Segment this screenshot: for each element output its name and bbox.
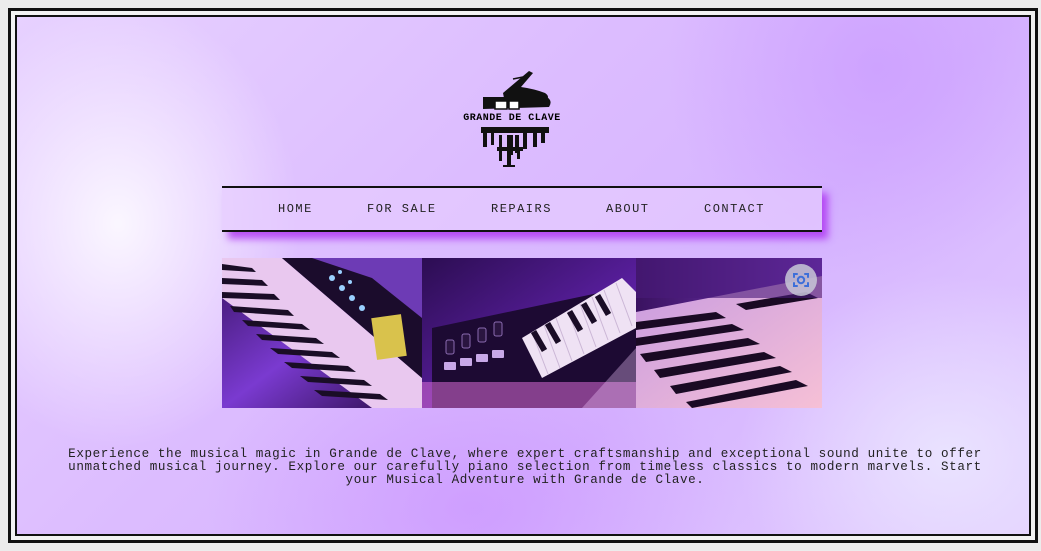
page-frame-inner: GRANDE DE CLAVE HOME FOR SALE REPAIRS AB… — [15, 15, 1031, 536]
site-logo[interactable]: GRANDE DE CLAVE — [453, 69, 571, 173]
nav-repairs[interactable]: REPAIRS — [491, 202, 552, 216]
main-nav: HOME FOR SALE REPAIRS ABOUT CONTACT — [222, 186, 822, 232]
nav-about[interactable]: ABOUT — [606, 202, 650, 216]
nav-contact[interactable]: CONTACT — [704, 202, 765, 216]
visual-search-icon — [793, 273, 809, 287]
gallery-image-synthesizer — [222, 258, 422, 408]
hero-gallery — [222, 258, 822, 408]
logo-text: GRANDE DE CLAVE — [463, 113, 561, 124]
nav-home[interactable]: HOME — [278, 202, 313, 216]
intro-description: Experience the musical magic in Grande d… — [68, 446, 982, 487]
visual-search-button[interactable] — [785, 264, 817, 296]
page-frame-outer: GRANDE DE CLAVE HOME FOR SALE REPAIRS AB… — [8, 8, 1038, 543]
gallery-image-midi-controller — [422, 258, 636, 408]
nav-for-sale[interactable]: FOR SALE — [367, 202, 437, 216]
